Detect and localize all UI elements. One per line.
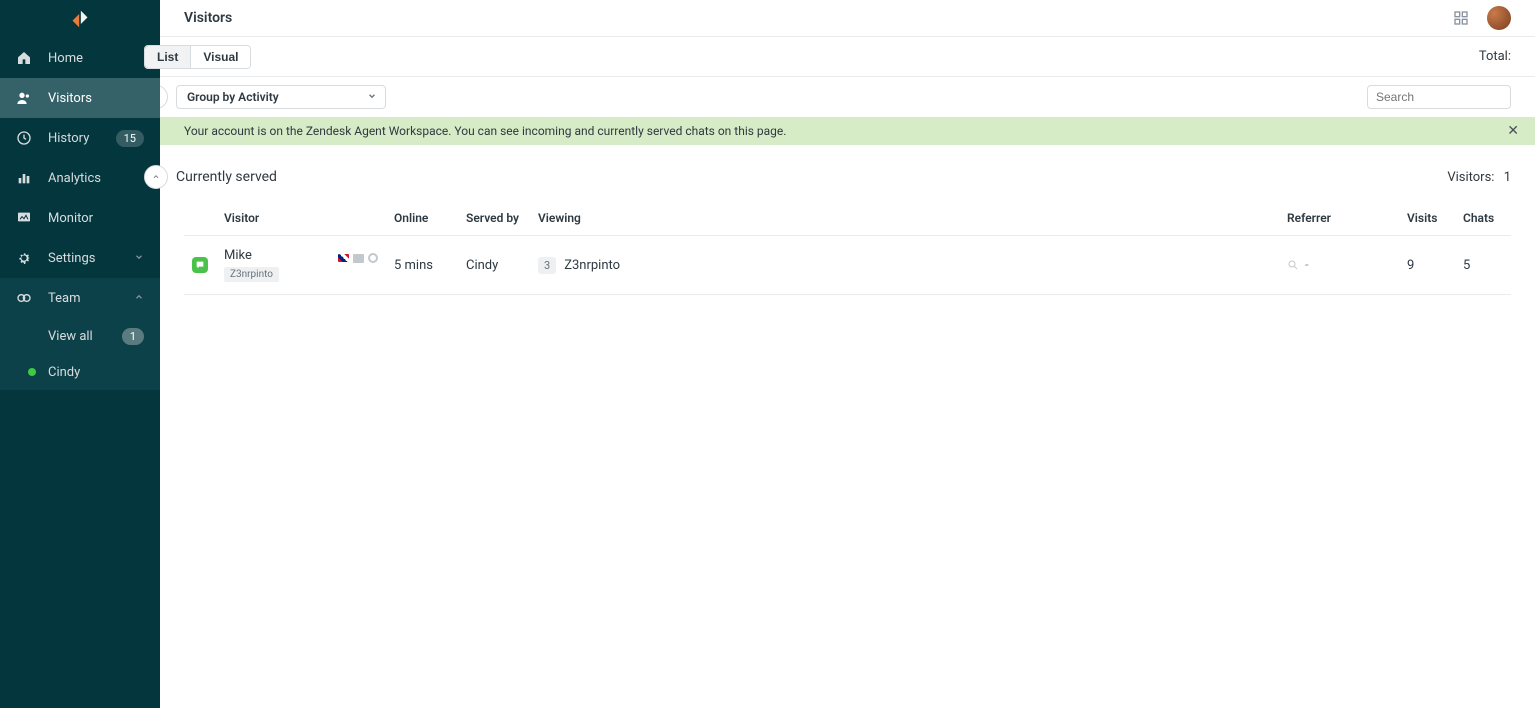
- visitors-count-label: Visitors:: [1447, 170, 1494, 185]
- sidebar-item-history[interactable]: History 15: [0, 118, 160, 158]
- apps-grid-icon[interactable]: [1453, 10, 1469, 26]
- gear-icon: [16, 250, 32, 266]
- total-label: Total:: [1479, 49, 1511, 64]
- sidebar-item-label: View all: [48, 329, 93, 344]
- filter-row: Group by Activity: [160, 77, 1535, 117]
- sidebar-item-home[interactable]: Home: [0, 38, 160, 78]
- sidebar-item-settings[interactable]: Settings: [0, 238, 160, 278]
- visitors-table: Visitor Online Served by Viewing Referre…: [184, 201, 1511, 295]
- tab-visual[interactable]: Visual: [190, 46, 250, 68]
- team-view-all[interactable]: View all 1: [0, 318, 160, 354]
- chevron-down-icon: [367, 90, 377, 104]
- sidebar-item-label: Analytics: [48, 171, 101, 186]
- flag-uk-icon: [338, 254, 349, 262]
- visitors-table-wrap: Visitor Online Served by Viewing Referre…: [160, 201, 1535, 295]
- visitor-tag: Z3nrpinto: [224, 267, 279, 282]
- close-icon[interactable]: ✕: [1507, 123, 1519, 139]
- visitor-name: Mike: [224, 248, 279, 263]
- monitor-icon: [16, 210, 32, 226]
- home-icon: [16, 50, 32, 66]
- logo[interactable]: [0, 0, 160, 38]
- search-icon: [1287, 259, 1299, 271]
- col-visitor: Visitor: [216, 201, 386, 236]
- chevron-up-icon: [134, 291, 144, 306]
- user-avatar[interactable]: [1487, 6, 1511, 30]
- sidebar-item-team[interactable]: Team: [0, 278, 160, 318]
- chat-status-icon: [192, 257, 208, 273]
- main-content: Visitors List Visual Total: Group by Act…: [160, 0, 1535, 708]
- section-header: Currently served Visitors: 1: [160, 145, 1535, 201]
- col-visits: Visits: [1399, 201, 1455, 236]
- page-title: Visitors: [184, 10, 232, 26]
- view-toggle: List Visual: [144, 45, 251, 69]
- header: Visitors: [160, 0, 1535, 37]
- col-referrer: Referrer: [1279, 201, 1399, 236]
- cell-referrer: -: [1305, 258, 1309, 273]
- history-icon: [16, 130, 32, 146]
- sidebar: Home Visitors History 15 Analytics Monit…: [0, 0, 160, 708]
- workspace-banner: Your account is on the Zendesk Agent Wor…: [160, 117, 1535, 145]
- sidebar-item-visitors[interactable]: Visitors: [0, 78, 160, 118]
- col-chats: Chats: [1455, 201, 1511, 236]
- sidebar-item-label: Visitors: [48, 91, 92, 106]
- team-icon: [16, 290, 32, 306]
- cell-online: 5 mins: [386, 236, 458, 295]
- browser-icon: [368, 253, 378, 263]
- section-title: Currently served: [176, 169, 277, 185]
- sidebar-item-monitor[interactable]: Monitor: [0, 198, 160, 238]
- col-online: Online: [386, 201, 458, 236]
- viewing-count-badge: 3: [538, 257, 556, 274]
- cell-chats: 5: [1455, 236, 1511, 295]
- platform-icon: [353, 254, 364, 263]
- sidebar-item-analytics[interactable]: Analytics: [0, 158, 160, 198]
- visitors-icon: [16, 90, 32, 106]
- col-viewing: Viewing: [530, 201, 1279, 236]
- table-row[interactable]: Mike Z3nrpinto 5 mins: [184, 236, 1511, 295]
- visitors-count-value: 1: [1504, 170, 1511, 185]
- view-all-badge: 1: [122, 328, 144, 345]
- col-served-by: Served by: [458, 201, 530, 236]
- view-controls: List Visual Total:: [160, 37, 1535, 77]
- viewing-page: Z3nrpinto: [564, 258, 620, 273]
- team-subitems: View all 1 Cindy: [0, 318, 160, 390]
- visitors-count: Visitors: 1: [1447, 170, 1511, 185]
- sidebar-item-label: Home: [48, 51, 83, 66]
- group-by-select[interactable]: Group by Activity: [176, 85, 386, 109]
- cell-visits: 9: [1399, 236, 1455, 295]
- sidebar-item-label: Monitor: [48, 211, 93, 226]
- sidebar-item-label: Settings: [48, 251, 95, 266]
- sidebar-item-label: History: [48, 131, 89, 146]
- history-badge: 15: [116, 130, 144, 147]
- analytics-icon: [16, 170, 32, 186]
- cell-served-by: Cindy: [458, 236, 530, 295]
- team-member-cindy[interactable]: Cindy: [0, 354, 160, 390]
- chevron-down-icon: [134, 251, 144, 266]
- group-by-label: Group by Activity: [187, 90, 279, 104]
- search-input[interactable]: [1367, 85, 1511, 109]
- status-dot-online: [28, 368, 36, 376]
- sidebar-item-label: Team: [48, 291, 81, 306]
- banner-text: Your account is on the Zendesk Agent Wor…: [184, 124, 786, 138]
- sidebar-item-label: Cindy: [48, 365, 80, 380]
